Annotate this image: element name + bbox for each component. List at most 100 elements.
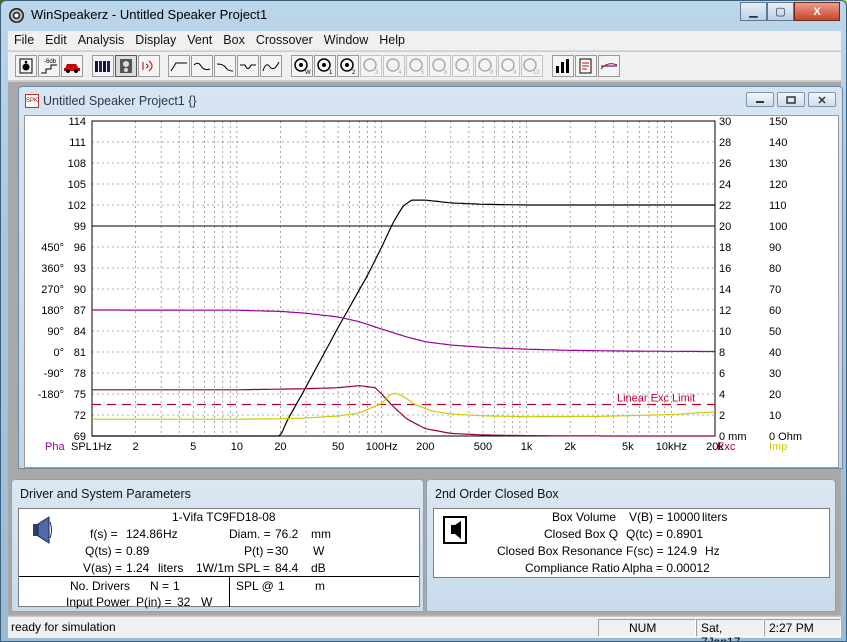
driver-8-button[interactable]: 8 (475, 55, 497, 77)
minimize-button[interactable]: ▁ (740, 2, 767, 21)
box-volume-unit: liters (702, 510, 728, 524)
tool-w-label: W (305, 70, 311, 75)
menu-box[interactable]: Box (217, 31, 250, 50)
driver-5-icon: 5 (409, 58, 425, 75)
driver-4-icon: 4 (386, 58, 402, 75)
title-bar[interactable]: WinSpeakerz - Untitled Speaker Project1 … (1, 1, 846, 30)
diam-value: 76.2 (275, 527, 299, 541)
closed-box-icon (443, 516, 467, 544)
driver-params-button[interactable] (15, 55, 37, 77)
excursion-tick-label: 30 (719, 116, 731, 128)
driver-database-button[interactable] (92, 55, 114, 77)
excursion-tick-label: 8 (719, 347, 725, 359)
spl-at-value[interactable]: 1 (278, 579, 285, 593)
menu-display[interactable]: Display (129, 31, 181, 50)
driver-1-button[interactable]: 1 (314, 55, 336, 77)
child-minimize-button[interactable] (746, 92, 774, 107)
child-maximize-button[interactable] (777, 92, 805, 107)
graph-view-button[interactable] (598, 55, 620, 77)
linear-excursion-limit-label: Linear Exc Limit (617, 393, 695, 405)
driver-3-button[interactable]: 3 (360, 55, 382, 77)
response-curve-2-button[interactable] (191, 55, 213, 77)
maximize-button[interactable]: ▢ (767, 2, 794, 21)
impedance-tick-label: 30 (769, 368, 781, 380)
driver-2-button[interactable]: 2 (337, 55, 359, 77)
bar-graph-button[interactable] (552, 55, 574, 77)
closed-box-q-value: Q(tc) = 0.8901 (626, 527, 704, 541)
project-icon[interactable]: SPK (25, 94, 39, 108)
box-volume-value[interactable]: V(B) = 10000 (629, 510, 700, 524)
sound-button[interactable] (138, 55, 160, 77)
impedance-tick-label: 40 (769, 347, 781, 359)
input-power-value[interactable]: 32 (177, 595, 190, 609)
driver-6-icon: 6 (432, 58, 448, 75)
menu-bar: File Edit Analysis Display Vent Box Cros… (8, 31, 841, 51)
response-curve-5-button[interactable] (260, 55, 282, 77)
graph-line-icon (600, 63, 618, 70)
driver-1-icon: 1 (317, 58, 333, 75)
excursion-tick-label: 10 (719, 326, 731, 338)
menu-vent[interactable]: Vent (181, 31, 217, 50)
status-num: NUM (598, 619, 696, 637)
spl-tick-label: 90 (74, 284, 86, 296)
close-button[interactable]: X (794, 2, 840, 21)
bar-graph-icon (556, 59, 569, 73)
impedance-tick-label: 90 (769, 242, 781, 254)
menu-crossover[interactable]: Crossover (250, 31, 318, 50)
spl-tick-label: 102 (68, 200, 86, 212)
tool-7-label: 7 (467, 70, 471, 75)
impedance-tick-label: 150 (769, 116, 787, 128)
car-button[interactable] (61, 55, 83, 77)
minimize-icon (756, 100, 764, 103)
pt-label: P(t) = (244, 544, 274, 558)
pt-unit: W (313, 544, 325, 558)
woofer-w-icon: W (294, 58, 311, 75)
driver-6-button[interactable]: 6 (429, 55, 451, 77)
close-icon (818, 95, 826, 104)
db-label: -6db (44, 59, 57, 65)
excursion-tick-label: 26 (719, 158, 731, 170)
excursion-tick-label: 14 (719, 284, 731, 296)
driver-9-button[interactable]: 9 (498, 55, 520, 77)
qts-label: Q(ts) = (85, 544, 123, 558)
driver-model: 1-Vifa TC9FD18-08 (172, 510, 276, 524)
impedance-tick-label: 60 (769, 305, 781, 317)
menu-edit[interactable]: Edit (39, 31, 72, 50)
driver-7-button[interactable]: 7 (452, 55, 474, 77)
report-button[interactable] (575, 55, 597, 77)
status-date: Sat, 7Jan17 (696, 619, 764, 641)
driver-5-button[interactable]: 5 (406, 55, 428, 77)
response-graph[interactable]: Linear Exc Limit 114 111 108 105 102 99 96 93 90 8… (24, 115, 839, 468)
box-volume-label: Box Volume (552, 510, 617, 524)
phase-tick-label: -90° (44, 368, 64, 380)
impedance-tick-label: 120 (769, 179, 787, 191)
response-curve-3-button[interactable] (214, 55, 236, 77)
crossover-6db-button[interactable]: -6db (38, 55, 60, 77)
diam-unit: mm (311, 527, 331, 541)
box-button[interactable] (115, 55, 137, 77)
driver-4-button[interactable]: 4 (383, 55, 405, 77)
menu-file[interactable]: File (8, 31, 39, 50)
response-curve-1-button[interactable] (168, 55, 190, 77)
vas-unit: liters (158, 561, 184, 575)
tool-4-label: 4 (398, 70, 402, 75)
driver-3-icon: 3 (363, 58, 379, 75)
driver-7-icon: 7 (455, 58, 471, 75)
app-icon[interactable] (9, 8, 24, 23)
no-drivers-value[interactable]: 1 (173, 579, 180, 593)
cabinet-icon (120, 59, 132, 73)
menu-analysis[interactable]: Analysis (72, 31, 130, 50)
spl-value: 84.4 (275, 561, 299, 575)
spl-tick-label: 93 (74, 263, 86, 275)
driver-10-button[interactable]: 10 (521, 55, 543, 77)
menu-help[interactable]: Help (373, 31, 410, 50)
status-message: ready for simulation (11, 620, 116, 634)
driver-8-icon: 8 (478, 58, 494, 75)
child-close-button[interactable] (808, 92, 836, 107)
response-curve-4-button[interactable] (237, 55, 259, 77)
spl-at-unit: m (315, 579, 325, 593)
phase-axis-label: Pha (45, 441, 65, 453)
impedance-tick-label: 80 (769, 263, 781, 275)
menu-window[interactable]: Window (318, 31, 373, 50)
woofer-w-button[interactable]: W (291, 55, 313, 77)
